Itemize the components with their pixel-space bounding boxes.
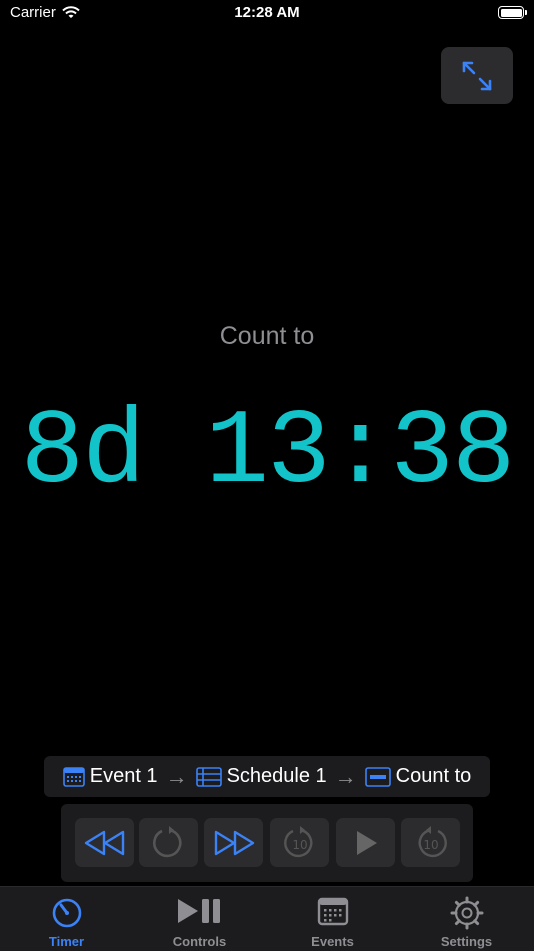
tab-settings-label: Settings [440,934,493,949]
tab-settings[interactable]: Settings [400,887,533,951]
gear-icon [450,896,483,930]
tab-timer[interactable]: Timer [0,887,133,951]
back-10-icon: 10 [283,825,312,857]
fullscreen-button[interactable] [441,47,513,104]
count-to-icon [364,766,391,787]
stopwatch-icon [52,898,81,928]
schedule-icon [195,766,222,787]
play-icon [356,830,377,855]
forward-10-button[interactable]: 10 [401,818,460,867]
arrow-right-icon: → [165,763,188,789]
breadcrumb-mode[interactable]: Count to [364,765,472,788]
breadcrumb-event-label: Event 1 [89,765,158,787]
fast-forward-button[interactable] [204,818,263,867]
rewind-icon [84,830,124,855]
play-button[interactable] [336,818,395,867]
back-10-button[interactable]: 10 [270,818,329,867]
tab-controls[interactable]: Controls [133,887,266,951]
breadcrumb-mode-label: Count to [395,765,472,787]
forward-10-label: 10 [423,838,438,852]
tab-settings-icon-wrap [400,896,533,930]
battery-icon [498,6,527,19]
tab-events-label: Events [311,934,354,949]
tab-controls-label: Controls [172,934,227,949]
tab-controls-icon-wrap [133,896,266,928]
breadcrumb-schedule[interactable]: Schedule 1 [195,765,327,788]
reset-icon [152,825,182,857]
breadcrumb-event[interactable]: Event 1 [62,765,158,788]
tab-events[interactable]: Events [266,887,399,951]
rewind-button[interactable] [75,818,134,867]
tab-events-icon-wrap [266,896,399,928]
tab-bar: Timer Controls Events Settings [0,886,534,951]
breadcrumb: Event 1 → Schedule 1 → Count to [44,756,490,797]
breadcrumb-schedule-label: Schedule 1 [226,765,327,787]
status-time: 12:28 AM [234,4,300,21]
calendar-icon [62,766,85,787]
reset-button[interactable] [139,818,198,867]
calendar-icon [317,897,348,926]
timer-display: 8d 13:38 [20,393,516,513]
tab-timer-icon-wrap [0,896,133,928]
expand-icon [462,61,492,90]
play-pause-icon [177,899,220,923]
forward-10-icon: 10 [418,825,447,857]
fast-forward-icon [214,830,254,855]
tab-timer-label: Timer [48,934,85,949]
status-bar: Carrier 12:28 AM [0,0,534,30]
arrow-right-icon: → [334,763,357,789]
playback-controls: 10 10 [61,804,473,882]
back-10-label: 10 [292,838,307,852]
timer-mode-label: Count to [219,322,315,350]
